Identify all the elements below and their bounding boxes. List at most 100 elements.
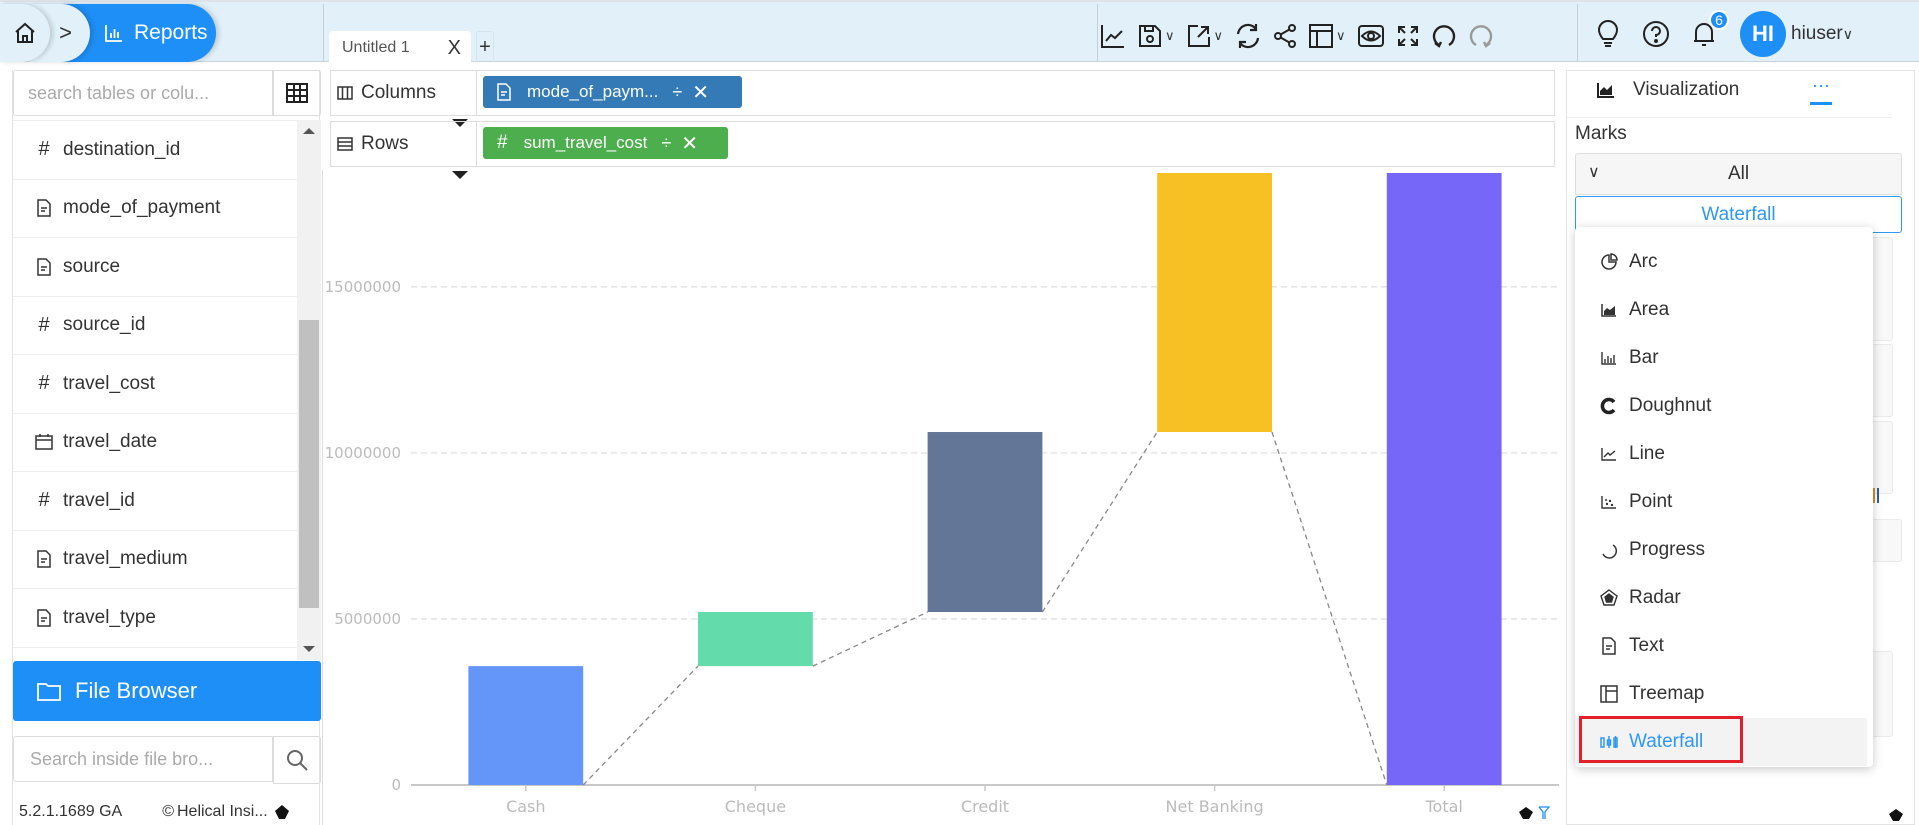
file-browser-button[interactable]: File Browser xyxy=(13,661,321,721)
chart-type-option-treemap[interactable]: Treemap xyxy=(1575,670,1873,718)
field-name: destination_id xyxy=(63,138,181,160)
y-tick-label: 10000000 xyxy=(325,444,401,462)
file-search-placeholder: Search inside file bro... xyxy=(30,748,214,769)
share-button[interactable] xyxy=(1273,18,1297,54)
notifications-button[interactable]: 6 xyxy=(1692,10,1729,52)
preview-button[interactable] xyxy=(1357,18,1385,54)
chart-type-option-arc[interactable]: Arc xyxy=(1575,238,1873,286)
preview-icon xyxy=(1357,25,1384,47)
columns-shelf[interactable]: Columns mode_of_paym... ÷ ✕ xyxy=(330,70,1555,116)
help-button[interactable] xyxy=(1642,16,1670,52)
tab-untitled-1[interactable]: Untitled 1 X xyxy=(329,31,471,64)
fullscreen-button[interactable] xyxy=(1396,18,1420,54)
file-browser-search-input[interactable]: Search inside file bro... xyxy=(13,736,273,782)
remove-pill-icon[interactable]: ✕ xyxy=(692,80,709,105)
bar-credit[interactable] xyxy=(927,432,1043,612)
undo-button[interactable] xyxy=(1431,18,1457,54)
rows-shelf[interactable]: Rows # sum_travel_cost ÷ ✕ xyxy=(330,121,1555,167)
field-item-travel-cost[interactable]: # travel_cost xyxy=(13,355,297,414)
add-tab-button[interactable]: + xyxy=(476,31,494,62)
field-name: travel_cost xyxy=(63,372,155,394)
chart-view-button[interactable] xyxy=(1100,18,1126,54)
marks-selector[interactable]: ∨ All xyxy=(1575,153,1902,195)
layout-button[interactable]: ∨ xyxy=(1308,18,1346,54)
file-browser-label: File Browser xyxy=(75,678,198,703)
tab-more[interactable]: ··· xyxy=(1810,75,1832,105)
option-label: Point xyxy=(1629,491,1673,512)
chart-type-option-area[interactable]: Area xyxy=(1575,286,1873,334)
columns-pill-mode-of-payment[interactable]: mode_of_paym... ÷ ✕ xyxy=(483,76,742,108)
header-actions: 6 HI hiuser∨ xyxy=(1578,10,1853,57)
tab-close-icon[interactable]: X xyxy=(448,37,461,60)
user-menu[interactable]: hiuser∨ xyxy=(1791,23,1853,45)
field-item-source-id[interactable]: # source_id xyxy=(13,297,297,355)
field-item-travel-id[interactable]: # travel_id xyxy=(13,472,297,531)
field-item-travel-date[interactable]: travel_date xyxy=(13,414,297,472)
sort-icon[interactable]: ÷ xyxy=(661,133,671,154)
rows-label: Rows xyxy=(361,133,409,154)
bar-cash[interactable] xyxy=(468,666,584,785)
text-icon xyxy=(1599,637,1619,655)
field-item-travel-type[interactable]: travel_type xyxy=(13,589,297,648)
field-item-mode-of-payment[interactable]: mode_of_payment xyxy=(13,180,297,238)
scroll-thumb[interactable] xyxy=(299,320,319,608)
text-field-icon xyxy=(33,550,55,568)
text-field-icon xyxy=(33,258,55,276)
tab-visualization[interactable]: Visualization xyxy=(1597,79,1739,101)
y-tick-label: 0 xyxy=(391,776,401,794)
sort-icon[interactable]: ÷ xyxy=(672,82,682,103)
field-item-destination-id[interactable]: # destination_id xyxy=(13,121,297,180)
version-label: 5.2.1.1689 GA xyxy=(19,803,123,820)
radar-icon xyxy=(1599,589,1619,607)
connector-line xyxy=(1271,431,1388,786)
option-label: Radar xyxy=(1629,587,1681,608)
refresh-button[interactable] xyxy=(1234,18,1262,54)
scroll-down-icon[interactable] xyxy=(303,646,315,652)
divider xyxy=(323,4,324,62)
filter-icon[interactable] xyxy=(1538,806,1550,820)
chart-type-option-text[interactable]: Text xyxy=(1575,622,1873,670)
field-item-travel-medium[interactable]: travel_medium xyxy=(13,531,297,589)
chart-type-option-radar[interactable]: Radar xyxy=(1575,574,1873,622)
chart-type-option-bar[interactable]: Bar xyxy=(1575,334,1873,382)
remove-pill-icon[interactable]: ✕ xyxy=(681,131,698,156)
chart-type-option-doughnut[interactable]: Doughnut xyxy=(1575,382,1873,430)
text-field-icon xyxy=(497,83,511,101)
tips-button[interactable] xyxy=(1596,16,1620,52)
table-view-button[interactable] xyxy=(273,70,321,116)
undo-icon xyxy=(1432,25,1455,48)
chart-type-option-point[interactable]: Point xyxy=(1575,478,1873,526)
number-field-icon: # xyxy=(38,313,50,336)
field-list-scrollbar[interactable] xyxy=(297,120,321,660)
chart-type-option-waterfall[interactable]: Waterfall xyxy=(1575,718,1867,766)
chart-type-option-progress[interactable]: Progress xyxy=(1575,526,1873,574)
columns-shelf-label: Columns xyxy=(331,71,477,115)
file-search-button[interactable] xyxy=(273,736,321,784)
bar-net-banking[interactable] xyxy=(1157,173,1272,433)
connector-line xyxy=(812,611,928,667)
field-item-source[interactable]: source xyxy=(13,238,297,297)
pin-icon[interactable] xyxy=(1888,808,1904,822)
bar-total[interactable] xyxy=(1386,173,1502,785)
marks-label: Marks xyxy=(1575,123,1627,144)
search-tables-input[interactable]: search tables or colu... xyxy=(13,70,273,116)
export-icon xyxy=(1187,25,1210,47)
date-field-icon xyxy=(33,434,55,450)
redo-icon xyxy=(1469,25,1492,48)
bar-cheque[interactable] xyxy=(698,611,813,667)
chart-type-option-line[interactable]: Line xyxy=(1575,430,1873,478)
x-tick-label: Credit xyxy=(961,797,1009,816)
text-field-icon xyxy=(33,609,55,627)
redo-button[interactable] xyxy=(1468,18,1494,54)
avatar[interactable]: HI xyxy=(1740,11,1786,57)
rows-pill-sum-travel-cost[interactable]: # sum_travel_cost ÷ ✕ xyxy=(483,127,728,159)
scroll-up-icon[interactable] xyxy=(303,128,315,134)
pin-icon[interactable] xyxy=(274,804,290,820)
pin-icon[interactable] xyxy=(1518,806,1534,820)
search-placeholder: search tables or colu... xyxy=(28,82,210,103)
notification-badge: 6 xyxy=(1709,10,1729,30)
save-button[interactable]: ∨ xyxy=(1137,18,1175,54)
field-name: travel_date xyxy=(63,431,158,453)
chevron-down-icon: ∨ xyxy=(1213,28,1224,43)
export-button[interactable]: ∨ xyxy=(1186,18,1224,54)
